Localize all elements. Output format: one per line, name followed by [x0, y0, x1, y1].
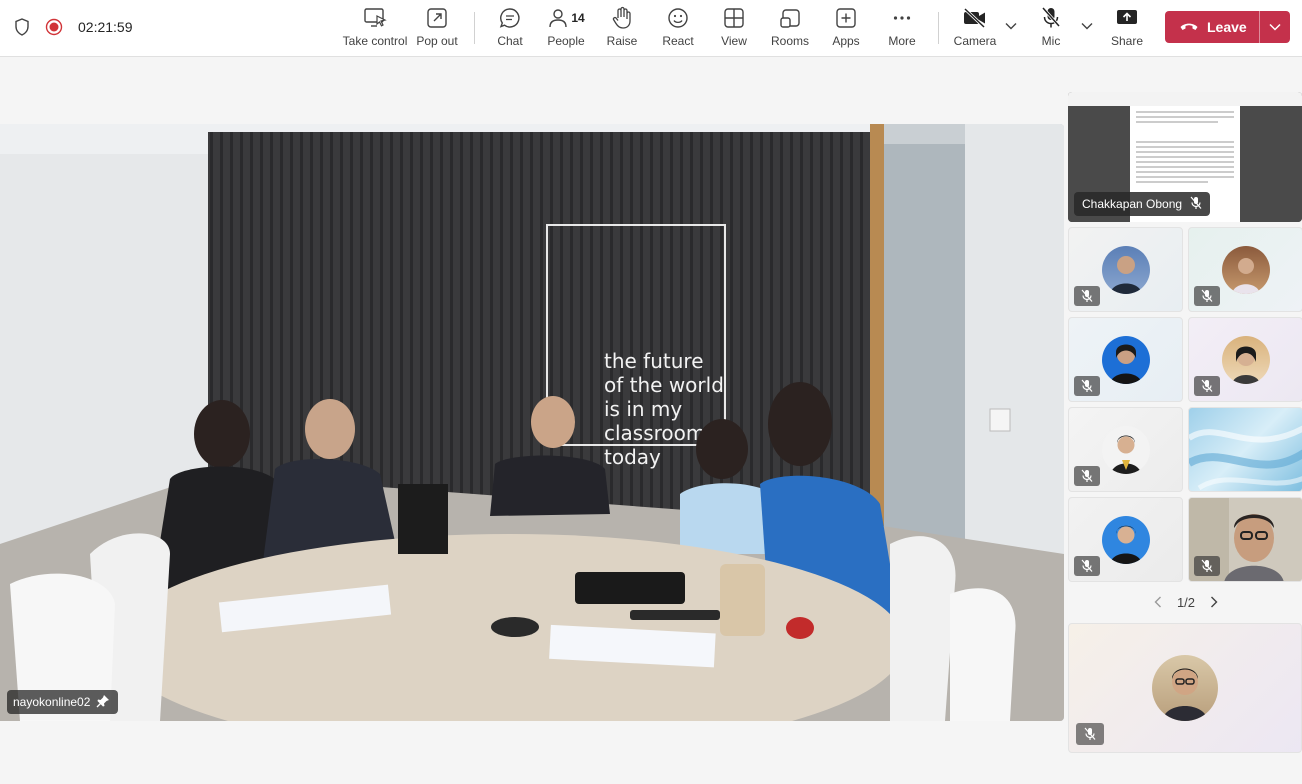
toolbar-divider — [938, 12, 939, 44]
share-screen-icon — [1115, 6, 1139, 30]
chat-button[interactable]: Chat — [494, 6, 526, 50]
main-video-feed[interactable]: the future of the world is in my classro… — [0, 124, 1064, 721]
gallery-pager: 1/2 — [1150, 592, 1222, 612]
leave-button[interactable]: Leave — [1165, 11, 1259, 43]
react-label: React — [662, 34, 694, 48]
add-apps-icon — [835, 6, 857, 30]
smiley-icon — [667, 6, 689, 30]
rooms-button[interactable]: Rooms — [771, 6, 809, 50]
camera-options-chevron-icon[interactable] — [1003, 18, 1019, 34]
mic-off-icon — [1040, 6, 1062, 30]
take-control-label: Take control — [342, 34, 408, 48]
rooms-label: Rooms — [771, 34, 810, 48]
chat-icon — [499, 6, 521, 30]
screen-share-tile[interactable]: Chakkapan Obong — [1068, 92, 1302, 222]
view-label: View — [721, 34, 747, 48]
view-button[interactable]: View — [718, 6, 750, 50]
participant-tile[interactable] — [1188, 227, 1302, 312]
phone-hangup-icon — [1179, 19, 1199, 35]
camera-off-icon — [962, 6, 988, 30]
people-button[interactable]: 14 People — [545, 6, 587, 50]
participant-tile[interactable] — [1068, 227, 1183, 312]
avatar — [1101, 425, 1150, 474]
avatar — [1221, 245, 1270, 294]
take-control-button[interactable]: Take control — [342, 6, 408, 50]
leave-options-chevron-icon[interactable] — [1260, 11, 1290, 43]
mic-off-icon — [1074, 286, 1100, 306]
mic-off-icon — [1190, 196, 1202, 213]
chevron-left-icon[interactable] — [1150, 594, 1166, 610]
mic-off-icon — [1074, 466, 1100, 486]
more-button[interactable]: More — [886, 6, 918, 50]
avatar — [1101, 335, 1150, 384]
presenter-name: Chakkapan Obong — [1082, 197, 1183, 211]
meeting-toolbar: 02:21:59 Take control Pop out Chat 14 Pe… — [0, 0, 1302, 57]
main-participant-name: nayokonline02 — [13, 695, 91, 709]
mic-options-chevron-icon[interactable] — [1079, 18, 1095, 34]
hand-icon — [611, 6, 633, 30]
rooms-icon — [779, 6, 801, 30]
camera-label: Camera — [953, 34, 997, 48]
mic-off-icon — [1194, 556, 1220, 576]
meeting-timer: 02:21:59 — [78, 19, 133, 35]
raise-hand-button[interactable]: Raise — [606, 6, 638, 50]
more-options-icon — [891, 6, 913, 30]
presenter-name-tag: Chakkapan Obong — [1074, 192, 1211, 216]
main-video-name-tag: nayokonline02 — [7, 690, 119, 714]
leave-label: Leave — [1207, 19, 1247, 35]
mic-button[interactable]: Mic — [1036, 6, 1066, 50]
mic-off-icon — [1194, 376, 1220, 396]
chat-label: Chat — [497, 34, 523, 48]
pop-out-icon — [426, 6, 448, 30]
people-icon-group: 14 — [547, 6, 585, 30]
take-control-icon — [363, 6, 387, 30]
mic-label: Mic — [1041, 34, 1061, 48]
avatar — [1221, 335, 1270, 384]
leave-button-group: Leave — [1165, 11, 1290, 43]
recording-icon[interactable] — [44, 17, 64, 37]
avatar — [1101, 245, 1150, 294]
mic-off-icon — [1194, 286, 1220, 306]
people-icon — [549, 9, 568, 28]
avatar — [1152, 655, 1218, 721]
share-label: Share — [1110, 34, 1144, 48]
self-view-tile[interactable] — [1068, 623, 1302, 753]
more-label: More — [888, 34, 916, 48]
people-label: People — [547, 34, 585, 48]
toolbar-divider — [474, 12, 475, 44]
pop-out-button[interactable]: Pop out — [416, 6, 458, 50]
camera-button[interactable]: Camera — [954, 6, 996, 50]
shield-icon[interactable] — [12, 17, 32, 37]
meeting-status: 02:21:59 — [12, 0, 133, 54]
participant-tile[interactable] — [1188, 317, 1302, 402]
page-indicator: 1/2 — [1176, 594, 1196, 610]
mic-off-icon — [1074, 376, 1100, 396]
avatar — [1101, 515, 1150, 564]
participant-tile[interactable] — [1068, 407, 1183, 492]
grid-view-icon — [723, 6, 745, 30]
mic-off-icon — [1076, 723, 1104, 745]
abstract-background-image — [1189, 425, 1302, 491]
mic-off-icon — [1074, 556, 1100, 576]
meeting-room-video: the future of the world is in my classro… — [0, 124, 1064, 721]
share-button[interactable]: Share — [1111, 6, 1143, 50]
participant-tile[interactable] — [1068, 317, 1183, 402]
chevron-right-icon[interactable] — [1206, 594, 1222, 610]
apps-label: Apps — [832, 34, 860, 48]
pin-icon[interactable] — [96, 694, 110, 711]
raise-label: Raise — [606, 34, 638, 48]
pop-out-label: Pop out — [416, 34, 458, 48]
participant-tile[interactable] — [1068, 497, 1183, 582]
apps-button[interactable]: Apps — [830, 6, 862, 50]
participant-tile[interactable] — [1188, 497, 1302, 582]
people-count: 14 — [571, 11, 585, 25]
react-button[interactable]: React — [662, 6, 694, 50]
participant-tile[interactable] — [1188, 407, 1302, 492]
